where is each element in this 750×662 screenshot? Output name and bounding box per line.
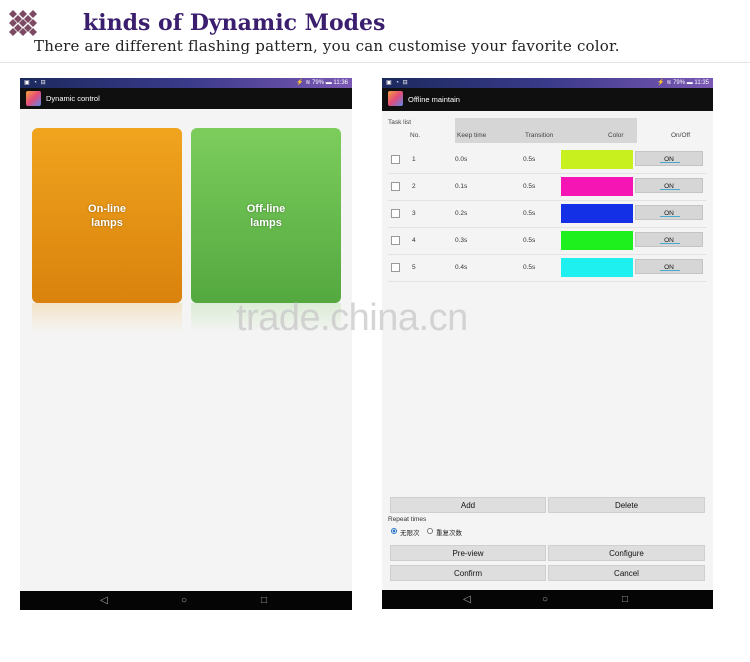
row-keep-time: 0.4s [455,264,468,271]
recent-apps-icon[interactable]: □ [622,593,628,606]
left-phone-screen: ▣ ◔ ⊟ ⚡ ≋ 79% ▬ 11:36 Dynamic control On… [20,78,352,610]
row-checkbox[interactable] [391,209,400,218]
column-header-no: No. [410,132,421,139]
offline-lamps-label-line1: Off-line [246,202,286,215]
offline-lamps-button[interactable]: Off-line lamps [191,128,341,303]
repeat-infinite-label: 无限次 [400,530,420,537]
add-button[interactable]: Add [390,497,546,513]
app-title: Offline maintain [408,95,460,104]
row-checkbox[interactable] [391,236,400,245]
row-transition: 0.5s [523,156,536,163]
row-onoff-toggle[interactable]: ON [635,178,703,193]
row-keep-time: 0.1s [455,183,468,190]
row-color-swatch[interactable] [561,231,633,250]
app-logo-icon [26,91,41,106]
status-bar: ▣ ◔ ⊟ ⚡ ≋ 79% ▬ 11:36 [20,78,352,88]
header-subtitle: There are different flashing pattern, yo… [34,37,620,55]
confirm-button[interactable]: Confirm [390,565,546,581]
back-icon[interactable]: ◁ [463,593,471,606]
row-keep-time: 0.3s [455,237,468,244]
row-divider [388,173,707,174]
row-color-swatch[interactable] [561,150,633,169]
row-divider [388,227,707,228]
row-color-swatch[interactable] [561,204,633,223]
row-divider [388,281,707,282]
row-onoff-toggle[interactable]: ON [635,259,703,274]
app-bar: Dynamic control [20,88,352,109]
app-bar: Offline maintain [382,88,713,111]
back-icon[interactable]: ◁ [100,594,108,607]
nav-bar: ◁ ○ □ [20,591,352,610]
column-header-onoff: On/Off [671,132,691,139]
row-keep-time: 0.0s [455,156,468,163]
row-no: 3 [412,210,416,217]
column-header-transition: Transition [525,132,554,139]
cancel-button[interactable]: Cancel [548,565,705,581]
nav-bar: ◁ ○ □ [382,590,713,609]
status-icons-left: ▣ ◔ ⊟ [386,80,409,86]
home-icon[interactable]: ○ [181,594,187,607]
repeat-infinite-radio[interactable] [391,528,397,534]
row-no: 2 [412,183,416,190]
row-divider [388,200,707,201]
header-tooltip-overlay [455,118,637,143]
row-no: 1 [412,156,416,163]
repeat-count-radio[interactable] [427,528,433,534]
repeat-count-label: 重复次数 [436,530,462,537]
row-keep-time: 0.2s [455,210,468,217]
status-bar: ▣ ◔ ⊟ ⚡ ≋ 79% ▬ 11:35 [382,78,713,88]
row-transition: 0.5s [523,264,536,271]
row-color-swatch[interactable] [561,177,633,196]
row-onoff-toggle[interactable]: ON [635,151,703,166]
header-title: kinds of Dynamic Modes [83,10,386,36]
offline-lamps-label-line2: lamps [250,216,282,229]
status-info: ⚡ ≋ 79% ▬ 11:36 [296,80,348,86]
status-icons-left: ▣ ◔ ⊟ [24,80,47,86]
right-phone-screen: ▣ ◔ ⊟ ⚡ ≋ 79% ▬ 11:35 Offline maintain T… [382,78,713,609]
diamond-grid-logo-icon [9,10,37,36]
home-icon[interactable]: ○ [542,593,548,606]
row-transition: 0.5s [523,210,536,217]
column-header-color: Color [608,132,624,139]
row-checkbox[interactable] [391,263,400,272]
row-no: 5 [412,264,416,271]
online-lamps-button[interactable]: On-line lamps [32,128,182,303]
header-divider [0,62,750,63]
row-onoff-toggle[interactable]: ON [635,232,703,247]
row-transition: 0.5s [523,237,536,244]
app-logo-icon [388,91,403,106]
row-transition: 0.5s [523,183,536,190]
delete-button[interactable]: Delete [548,497,705,513]
online-lamps-label-line1: On-line [88,202,126,215]
app-title: Dynamic control [46,94,100,103]
recent-apps-icon[interactable]: □ [261,594,267,607]
online-lamps-label-line2: lamps [91,216,123,229]
row-checkbox[interactable] [391,155,400,164]
task-list-label: Task list [388,119,412,126]
row-no: 4 [412,237,416,244]
row-onoff-toggle[interactable]: ON [635,205,703,220]
row-checkbox[interactable] [391,182,400,191]
repeat-times-label: Repeat times [388,516,427,523]
row-color-swatch[interactable] [561,258,633,277]
preview-button[interactable]: Pre-view [390,545,546,561]
status-info: ⚡ ≋ 79% ▬ 11:35 [657,80,709,86]
card-reflection [32,303,182,333]
row-divider [388,254,707,255]
column-header-keep-time: Keep time [457,132,487,139]
watermark-text: trade.china.cn [236,297,468,339]
configure-button[interactable]: Configure [548,545,705,561]
